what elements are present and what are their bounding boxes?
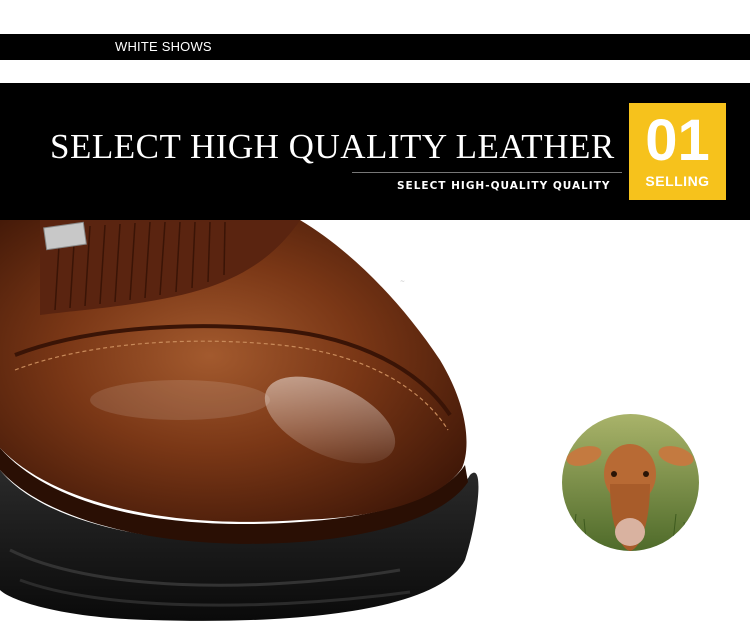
faint-mark: ~ bbox=[400, 278, 406, 285]
section-label: WHITE SHOWS bbox=[115, 39, 212, 54]
badge-label: SELLING bbox=[645, 173, 710, 189]
shoe-product-image bbox=[0, 220, 479, 621]
banner-subtitle: SELECT HIGH-QUALITY QUALITY bbox=[397, 180, 611, 192]
cow-material-image bbox=[562, 414, 699, 551]
feature-banner: SELECT HIGH QUALITY LEATHER SELECT HIGH-… bbox=[0, 83, 750, 220]
top-bar: WHITE SHOWS bbox=[0, 34, 750, 60]
badge-number: 01 bbox=[645, 108, 710, 173]
banner-title: SELECT HIGH QUALITY LEATHER bbox=[50, 127, 615, 166]
selling-badge: 01 SELLING bbox=[629, 103, 726, 200]
banner-divider bbox=[352, 172, 622, 173]
